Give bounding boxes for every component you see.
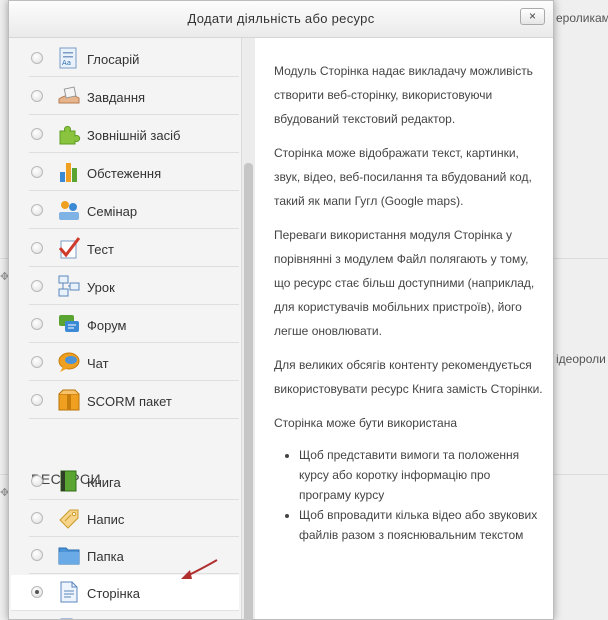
help-paragraph: Модуль Сторінка надає викладачу можливіс… xyxy=(274,64,533,126)
option-label: Папка xyxy=(87,549,124,564)
radio-button[interactable] xyxy=(31,166,43,178)
label-tag-icon xyxy=(59,509,79,529)
book-icon xyxy=(60,470,77,492)
radio-button[interactable] xyxy=(31,512,43,524)
page-icon xyxy=(60,581,78,603)
option-book[interactable]: Книга xyxy=(29,464,239,500)
help-paragraph: Для великих обсягів контенту рекомендуєт… xyxy=(274,358,543,396)
survey-chart-icon xyxy=(60,163,77,182)
option-quiz[interactable]: Тест xyxy=(29,231,239,267)
option-forum[interactable]: Форум xyxy=(29,307,239,343)
radio-button[interactable] xyxy=(31,52,43,64)
radio-button[interactable] xyxy=(31,318,43,330)
options-scrollbar[interactable] xyxy=(241,38,255,620)
option-label: Глосарій xyxy=(87,52,140,67)
help-paragraph: Переваги використання модуля Сторінка у … xyxy=(274,228,535,338)
option-label: Зовнішній засіб xyxy=(87,128,181,143)
scorm-package-icon xyxy=(58,389,80,411)
radio-button[interactable] xyxy=(31,394,43,406)
option-label: Форум xyxy=(87,318,127,333)
add-activity-dialog: Додати діяльність або ресурс × Aa Глосар… xyxy=(8,0,554,620)
option-label: Сторінка xyxy=(87,586,140,601)
option-scorm[interactable]: SCORM пакет xyxy=(29,383,239,419)
option-label: Книга xyxy=(87,475,121,490)
option-glossary[interactable]: Aa Глосарій xyxy=(29,41,239,77)
help-bullet-list: Щоб представити вимоги та положення курс… xyxy=(299,445,544,545)
svg-text:Aa: Aa xyxy=(62,59,71,67)
radio-button[interactable] xyxy=(31,242,43,254)
option-label-resource[interactable]: Напис xyxy=(29,501,239,537)
radio-button[interactable] xyxy=(31,549,43,561)
option-label: Чат xyxy=(87,356,109,371)
option-chat[interactable]: Чат xyxy=(29,345,239,381)
background-text-top: ероликам xyxy=(556,11,608,25)
option-assignment[interactable]: Завдання xyxy=(29,79,239,115)
glossary-icon: Aa xyxy=(59,47,77,69)
quiz-check-icon xyxy=(58,237,81,259)
drag-handle-icon[interactable]: ✥ xyxy=(0,486,9,499)
option-label: Тест xyxy=(87,242,114,257)
help-bullet: Щоб впровадити кілька відео або звукових… xyxy=(299,505,544,545)
radio-button[interactable] xyxy=(31,128,43,140)
drag-handle-icon[interactable]: ✥ xyxy=(0,270,9,283)
radio-button-selected[interactable] xyxy=(31,586,43,598)
help-pane: Модуль Сторінка надає викладачу можливіс… xyxy=(255,38,553,619)
assignment-icon xyxy=(58,86,80,104)
folder-icon xyxy=(58,547,80,565)
close-button[interactable]: × xyxy=(520,8,545,25)
radio-button[interactable] xyxy=(31,90,43,102)
lesson-icon xyxy=(58,275,80,297)
option-survey[interactable]: Обстеження xyxy=(29,155,239,191)
option-lesson[interactable]: Урок xyxy=(29,269,239,305)
radio-button[interactable] xyxy=(31,280,43,292)
puzzle-icon xyxy=(59,125,81,145)
workshop-icon xyxy=(59,201,79,220)
help-content: Модуль Сторінка надає викладачу можливіс… xyxy=(274,59,544,545)
help-paragraph: Сторінка може відображати текст, картинк… xyxy=(274,146,532,208)
option-label: Семінар xyxy=(87,204,138,219)
background-text-mid: ідеороли xyxy=(556,352,606,366)
option-label: Завдання xyxy=(87,90,146,105)
radio-button[interactable] xyxy=(31,475,43,487)
option-workshop[interactable]: Семінар xyxy=(29,193,239,229)
option-label: Урок xyxy=(87,280,115,295)
help-paragraph: Сторінка може бути використана xyxy=(274,416,458,430)
dialog-header: Додати діяльність або ресурс × xyxy=(9,1,553,38)
option-label: Напис xyxy=(87,512,125,527)
option-external-tool[interactable]: Зовнішній засіб xyxy=(29,117,239,153)
help-bullet: Щоб представити вимоги та положення курс… xyxy=(299,445,544,505)
option-label: SCORM пакет xyxy=(87,394,172,409)
scrollbar-thumb[interactable] xyxy=(244,163,253,620)
url-icon xyxy=(60,618,73,619)
radio-button[interactable] xyxy=(31,356,43,368)
radio-button[interactable] xyxy=(31,204,43,216)
chat-icon xyxy=(58,352,80,372)
dialog-title: Додати діяльність або ресурс xyxy=(187,11,375,26)
forum-icon xyxy=(59,315,79,332)
option-label: Обстеження xyxy=(87,166,162,181)
options-list: Aa Глосарій Завдання Зовнішній засіб Обс… xyxy=(9,38,255,619)
option-partial[interactable] xyxy=(29,612,239,619)
pointer-arrow-icon xyxy=(181,559,218,579)
